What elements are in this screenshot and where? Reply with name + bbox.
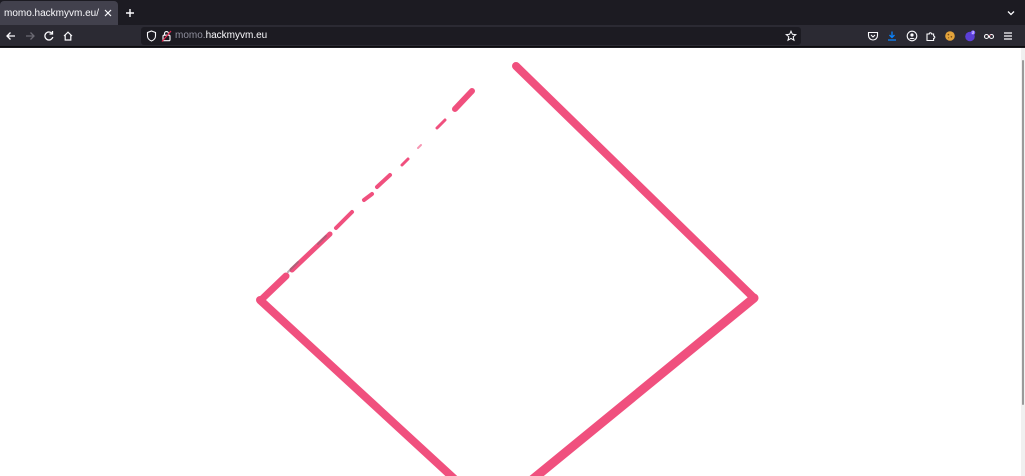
tab-strip: momo.hackmyvm.eu/ [0,0,1025,25]
badge-icon[interactable] [962,28,978,44]
url-text[interactable]: momo.hackmyvm.eu [175,29,267,43]
tab-title: momo.hackmyvm.eu/ [4,7,100,19]
hamburger-icon[interactable] [1000,28,1016,44]
home-icon[interactable] [60,28,76,44]
cookie-icon[interactable] [942,28,958,44]
url-subdomain: momo. [175,30,206,41]
arrow-left-icon[interactable] [3,28,19,44]
pocket-icon[interactable] [865,28,881,44]
page-content [0,48,1025,476]
account-icon[interactable] [904,28,920,44]
chevron-down-icon[interactable] [1003,5,1019,21]
tab-active[interactable]: momo.hackmyvm.eu/ [0,1,118,25]
puzzle-icon[interactable] [923,28,939,44]
download-icon[interactable] [884,28,900,44]
reload-icon[interactable] [41,28,57,44]
plus-icon[interactable] [122,5,138,21]
scrollbar-thumb[interactable] [1022,60,1024,405]
lock-insecure-icon[interactable] [159,29,173,43]
url-bar[interactable]: momo.hackmyvm.eu [141,27,801,45]
diamond-drawing [256,62,759,476]
star-icon[interactable] [784,29,798,43]
shield-icon[interactable] [144,29,158,43]
glasses-icon[interactable] [981,28,997,44]
url-domain: hackmyvm.eu [205,30,268,41]
close-icon[interactable] [101,6,115,20]
arrow-right-icon[interactable] [22,28,38,44]
nav-bar: momo.hackmyvm.eu [0,25,1025,47]
